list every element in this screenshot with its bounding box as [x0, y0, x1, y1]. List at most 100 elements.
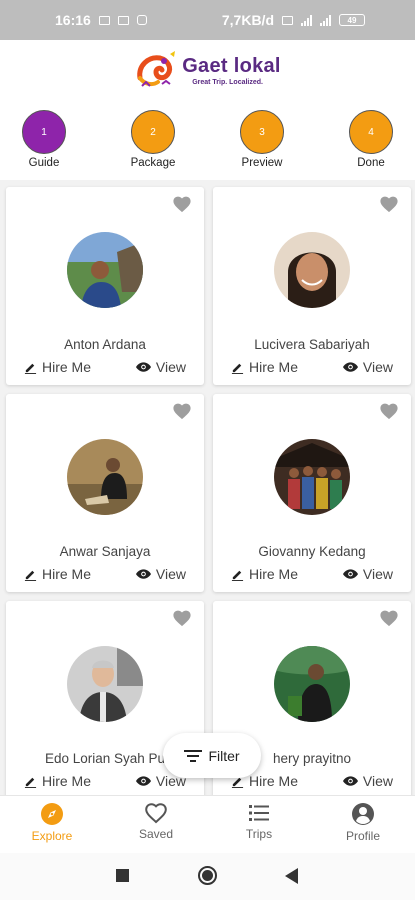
- view-button[interactable]: View: [135, 566, 186, 582]
- guide-avatar: [274, 646, 350, 722]
- heart-outline-icon: [145, 803, 167, 824]
- view-label: View: [155, 566, 186, 582]
- favorite-heart-icon[interactable]: [379, 402, 399, 420]
- step-guide[interactable]: 1 Guide: [4, 110, 84, 169]
- hire-me-button[interactable]: Hire Me: [231, 566, 298, 582]
- filter-button[interactable]: Filter: [163, 733, 261, 778]
- edit-pencil-icon: [24, 363, 37, 374]
- edit-pencil-icon: [231, 363, 244, 374]
- hire-me-label: Hire Me: [42, 773, 92, 789]
- step-circle: 2: [131, 110, 175, 154]
- signal-icon: [301, 14, 312, 26]
- edit-pencil-icon: [24, 570, 37, 581]
- battery-icon: 49: [339, 14, 365, 26]
- account-icon: [352, 803, 374, 825]
- guide-avatar: [67, 232, 143, 308]
- hire-me-label: Hire Me: [42, 566, 92, 582]
- edit-pencil-icon: [24, 777, 37, 788]
- step-label: Guide: [28, 157, 60, 169]
- guide-avatar: [274, 439, 350, 515]
- edit-pencil-icon: [231, 570, 244, 581]
- favorite-heart-icon[interactable]: [172, 402, 192, 420]
- signal-icon: [320, 14, 331, 26]
- step-circle: 1: [22, 110, 66, 154]
- hire-me-button[interactable]: Hire Me: [24, 566, 91, 582]
- eye-icon: [135, 569, 151, 579]
- compass-icon: [41, 803, 63, 825]
- favorite-heart-icon[interactable]: [379, 195, 399, 213]
- hire-me-button[interactable]: Hire Me: [24, 773, 91, 789]
- back-button[interactable]: [285, 868, 299, 884]
- home-button[interactable]: [198, 866, 217, 885]
- view-label: View: [362, 359, 393, 375]
- eye-icon: [342, 362, 358, 372]
- nav-label: Profile: [345, 829, 380, 843]
- brand-logo: Gaet lokal Great Trip. Localized.: [134, 48, 281, 92]
- brand-tagline: Great Trip. Localized.: [192, 78, 263, 86]
- step-label: Done: [357, 157, 385, 169]
- notification-icon: [117, 15, 129, 25]
- guide-avatar: [274, 232, 350, 308]
- step-done[interactable]: 4 Done: [331, 110, 411, 169]
- view-button[interactable]: View: [135, 359, 186, 375]
- guide-card[interactable]: Anwar Sanjaya Hire Me View: [6, 394, 204, 592]
- eye-icon: [342, 569, 358, 579]
- favorite-heart-icon[interactable]: [172, 195, 192, 213]
- nav-label: Trips: [245, 827, 273, 841]
- step-package[interactable]: 2 Package: [113, 110, 193, 169]
- recents-button[interactable]: [116, 869, 129, 882]
- step-circle: 4: [349, 110, 393, 154]
- nav-trips[interactable]: Trips: [219, 802, 299, 841]
- system-navigation-bar: [0, 853, 415, 900]
- guide-name: Anwar Sanjaya: [59, 544, 151, 559]
- sim-icon: [282, 15, 293, 25]
- favorite-heart-icon[interactable]: [379, 609, 399, 627]
- guide-avatar: [67, 646, 143, 722]
- chameleon-logo-icon: [134, 48, 178, 92]
- network-speed: 7,7KB/d: [221, 12, 274, 28]
- guide-avatar: [67, 439, 143, 515]
- view-button[interactable]: View: [342, 359, 393, 375]
- guide-name: Giovanny Kedang: [258, 544, 366, 559]
- instagram-icon: [136, 15, 147, 25]
- step-preview[interactable]: 3 Preview: [222, 110, 302, 169]
- booking-stepper: 1 Guide 2 Package 3 Preview 4 Done: [0, 100, 415, 180]
- hire-me-button[interactable]: Hire Me: [231, 359, 298, 375]
- nav-label: Saved: [138, 827, 174, 841]
- step-label: Preview: [241, 157, 283, 169]
- hire-me-label: Hire Me: [42, 359, 92, 375]
- nav-label: Explore: [31, 829, 73, 843]
- eye-icon: [135, 776, 151, 786]
- guide-card[interactable]: Lucivera Sabariyah Hire Me View: [213, 187, 411, 385]
- status-bar: 16:16 7,7KB/d 49: [0, 0, 415, 40]
- filter-icon: [184, 749, 203, 762]
- view-label: View: [362, 566, 393, 582]
- filter-label: Filter: [208, 747, 240, 764]
- view-button[interactable]: View: [342, 773, 393, 789]
- hire-me-label: Hire Me: [249, 566, 299, 582]
- nav-explore[interactable]: Explore: [12, 802, 92, 843]
- brand-name: Gaet lokal: [182, 54, 281, 77]
- view-button[interactable]: View: [342, 566, 393, 582]
- hire-me-label: Hire Me: [249, 359, 299, 375]
- hire-me-button[interactable]: Hire Me: [24, 359, 91, 375]
- guide-grid: Anton Ardana Hire Me View Lucivera Sabar…: [0, 180, 415, 795]
- step-label: Package: [130, 157, 176, 169]
- guide-card[interactable]: Anton Ardana Hire Me View: [6, 187, 204, 385]
- eye-icon: [342, 776, 358, 786]
- nav-profile[interactable]: Profile: [323, 802, 403, 843]
- status-time: 16:16: [55, 12, 91, 28]
- guide-card[interactable]: Giovanny Kedang Hire Me View: [213, 394, 411, 592]
- guide-name: Lucivera Sabariyah: [254, 337, 370, 352]
- favorite-heart-icon[interactable]: [172, 609, 192, 627]
- notification-icon: [98, 15, 110, 25]
- nav-saved[interactable]: Saved: [116, 802, 196, 841]
- bottom-navigation: Explore Saved Trips Profile: [0, 795, 415, 853]
- list-icon: [249, 805, 269, 821]
- hire-me-label: Hire Me: [249, 773, 299, 789]
- guide-name: Anton Ardana: [64, 337, 146, 352]
- view-label: View: [362, 773, 393, 789]
- app-header: Gaet lokal Great Trip. Localized.: [0, 40, 415, 100]
- step-circle: 3: [240, 110, 284, 154]
- eye-icon: [135, 362, 151, 372]
